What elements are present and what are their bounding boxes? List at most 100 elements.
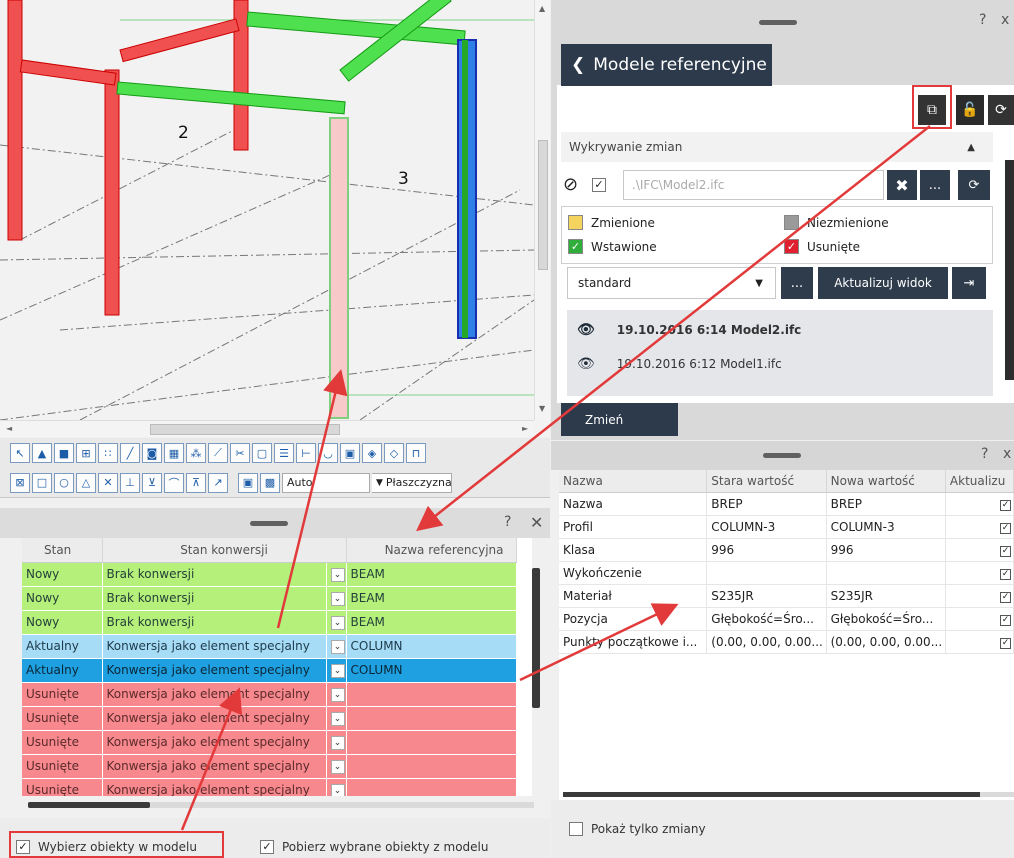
viewport-vscroll-thumb[interactable] — [538, 140, 548, 270]
select-cut-icon[interactable]: ✂ — [230, 443, 250, 463]
cell-nazwa-referencyjna[interactable] — [346, 706, 517, 731]
fetch-from-model-checkbox[interactable]: ✓ — [260, 840, 274, 854]
property-row[interactable]: Wykończenie ✓ — [559, 561, 1014, 585]
table-row[interactable]: Usunięte Konwersja jako element specjalny… — [22, 754, 517, 779]
cell-nazwa-referencyjna[interactable] — [346, 778, 517, 796]
property-row[interactable]: Pozycja Głębokość=Śro... Głębokość=Śro... ✓ — [559, 607, 1014, 631]
cell-stan[interactable]: Aktualny — [22, 658, 103, 683]
select-more-icon[interactable]: ⊓ — [406, 443, 426, 463]
select-weld-icon[interactable]: ⟋ — [208, 443, 228, 463]
table-row[interactable]: Nowy Brak konwersji ⌄ BEAM — [22, 562, 517, 587]
select-points-icon[interactable]: ∷ — [98, 443, 118, 463]
property-row[interactable]: Punkty początkowe i... (0.00, 0.00, 0.00.… — [559, 630, 1014, 654]
cell-stan[interactable]: Usunięte — [22, 730, 103, 755]
snap-plane-icon[interactable]: ▣ — [238, 472, 258, 493]
model-enabled-checkbox[interactable]: ✓ — [592, 178, 606, 192]
table-row[interactable]: Nowy Brak konwersji ⌄ BEAM — [22, 610, 517, 635]
cell-nazwa-referencyjna[interactable]: COLUMN — [346, 658, 517, 683]
cell-stan[interactable]: Usunięte — [22, 754, 103, 779]
browse-button[interactable]: ... — [920, 170, 950, 200]
property-row[interactable]: Materiał S235JR S235JR ✓ — [559, 584, 1014, 608]
update-cell[interactable]: ✓ — [945, 584, 1014, 608]
preset-options-button[interactable]: ... — [781, 267, 813, 299]
conversion-dropdown[interactable]: ⌄ — [326, 730, 347, 755]
cell-stan[interactable]: Nowy — [22, 610, 103, 635]
select-shape-icon[interactable]: ◈ — [362, 443, 382, 463]
history-item[interactable]: 👁 19.10.2016 6:14 Model2.ifc — [577, 322, 801, 338]
select-assembly-icon[interactable]: ▦ — [164, 443, 184, 463]
chevron-down-icon[interactable]: ⌄ — [330, 664, 345, 678]
select-view-icon[interactable]: ▢ — [252, 443, 272, 463]
cell-stan-konwersji[interactable]: Konwersja jako element specjalny — [102, 730, 327, 755]
preset-select[interactable]: standard ▼ — [567, 267, 776, 299]
close-icon[interactable]: x — [1003, 446, 1011, 462]
table-row[interactable]: Aktualny Konwersja jako element specjalny… — [22, 634, 517, 659]
select-arrow-icon[interactable]: ↖ — [10, 443, 30, 463]
column-header-stan-konwersji[interactable]: Stan konwersji — [102, 538, 347, 563]
select-eraser-icon[interactable]: ◇ — [384, 443, 404, 463]
property-row[interactable]: Nazwa BREP BREP ✓ — [559, 492, 1014, 516]
cell-stan-konwersji[interactable]: Konwersja jako element specjalny — [102, 706, 327, 731]
column-header-name[interactable]: Nazwa — [559, 470, 708, 493]
select-grid-icon[interactable]: ⊞ — [76, 443, 96, 463]
work-plane-combo[interactable]: ▼ Płaszczyzna — [372, 472, 452, 493]
show-changes-only-checkbox[interactable] — [569, 822, 583, 836]
unlock-button[interactable]: 🔓 — [956, 95, 984, 125]
select-line-icon[interactable]: ╱ — [120, 443, 140, 463]
update-checkbox[interactable]: ✓ — [1000, 500, 1011, 511]
table-row[interactable]: Usunięte Konwersja jako element specjalny… — [22, 706, 517, 731]
table-row[interactable]: Nowy Brak konwersji ⌄ BEAM — [22, 586, 517, 611]
cell-stan[interactable]: Nowy — [22, 586, 103, 611]
column-header-new-value[interactable]: Nowa wartość — [826, 470, 946, 493]
cell-nazwa-referencyjna[interactable]: BEAM — [346, 562, 517, 587]
refresh-button[interactable]: ⟳ — [988, 95, 1014, 125]
cell-stan-konwersji[interactable]: Konwersja jako element specjalny — [102, 778, 327, 796]
change-button[interactable]: Zmień — [561, 403, 678, 436]
select-pour-icon[interactable]: ⊢ — [296, 443, 316, 463]
select-reference-icon[interactable]: ▣ — [340, 443, 360, 463]
conversion-dropdown[interactable]: ⌄ — [326, 658, 347, 683]
column-header-old-value[interactable]: Stara wartość — [706, 470, 827, 493]
snap-circle-icon[interactable]: ○ — [54, 472, 74, 493]
show-changes-only-option[interactable]: Pokaż tylko zmiany — [569, 822, 706, 836]
selected-column[interactable] — [329, 117, 349, 419]
cell-stan-konwersji[interactable]: Konwersja jako element specjalny — [102, 634, 327, 659]
conversion-panel-header[interactable]: ? ✕ — [0, 508, 550, 538]
properties-horizontal-scrollbar[interactable] — [563, 792, 980, 797]
properties-grid[interactable]: Nazwa Stara wartość Nowa wartość Aktuali… — [559, 470, 1014, 800]
cell-stan-konwersji[interactable]: Brak konwersji — [102, 610, 327, 635]
fetch-from-model-option[interactable]: ✓ Pobierz wybrane obiekty z modelu — [260, 840, 488, 854]
chevron-down-icon[interactable]: ⌄ — [330, 640, 345, 654]
cell-nazwa-referencyjna[interactable] — [346, 682, 517, 707]
chevron-down-icon[interactable]: ⌄ — [330, 736, 345, 750]
conversion-dropdown[interactable]: ⌄ — [326, 754, 347, 779]
snap-free-icon[interactable]: ↗ — [208, 472, 228, 493]
update-cell[interactable]: ✓ — [945, 561, 1014, 585]
cell-nazwa-referencyjna[interactable] — [346, 730, 517, 755]
cell-nazwa-referencyjna[interactable]: COLUMN — [346, 634, 517, 659]
select-bolts-icon[interactable]: ⁂ — [186, 443, 206, 463]
chevron-down-icon[interactable]: ⌄ — [330, 760, 345, 774]
conversion-dropdown[interactable]: ⌄ — [326, 586, 347, 611]
cell-nazwa-referencyjna[interactable]: BEAM — [346, 586, 517, 611]
conversion-dropdown[interactable]: ⌄ — [326, 634, 347, 659]
conversion-dropdown[interactable]: ⌄ — [326, 706, 347, 731]
cell-stan-konwersji[interactable]: Konwersja jako element specjalny — [102, 682, 327, 707]
scroll-down-icon[interactable]: ▼ — [539, 404, 545, 413]
panel-vertical-scrollbar[interactable] — [1005, 160, 1014, 380]
scroll-left-icon[interactable]: ◄ — [6, 424, 12, 433]
clear-path-button[interactable]: ✖ — [887, 170, 917, 200]
chevron-down-icon[interactable]: ⌄ — [330, 592, 345, 606]
drag-grip-icon[interactable] — [763, 453, 801, 458]
cell-stan-konwersji[interactable]: Konwersja jako element specjalny — [102, 658, 327, 683]
snap-reference-icon[interactable]: ⊠ — [10, 472, 30, 493]
visibility-off-icon[interactable]: ⊘ — [563, 174, 578, 195]
update-checkbox[interactable]: ✓ — [1000, 638, 1011, 649]
snap-triangle-icon[interactable]: △ — [76, 472, 96, 493]
history-item[interactable]: 👁 19.10.2016 6:12 Model1.ifc — [577, 356, 782, 372]
grid-horizontal-scrollbar[interactable] — [28, 802, 150, 808]
grid-vertical-scrollbar[interactable] — [532, 568, 540, 708]
update-cell[interactable]: ✓ — [945, 515, 1014, 539]
help-icon[interactable]: ? — [504, 514, 511, 530]
conversion-dropdown[interactable]: ⌄ — [326, 562, 347, 587]
